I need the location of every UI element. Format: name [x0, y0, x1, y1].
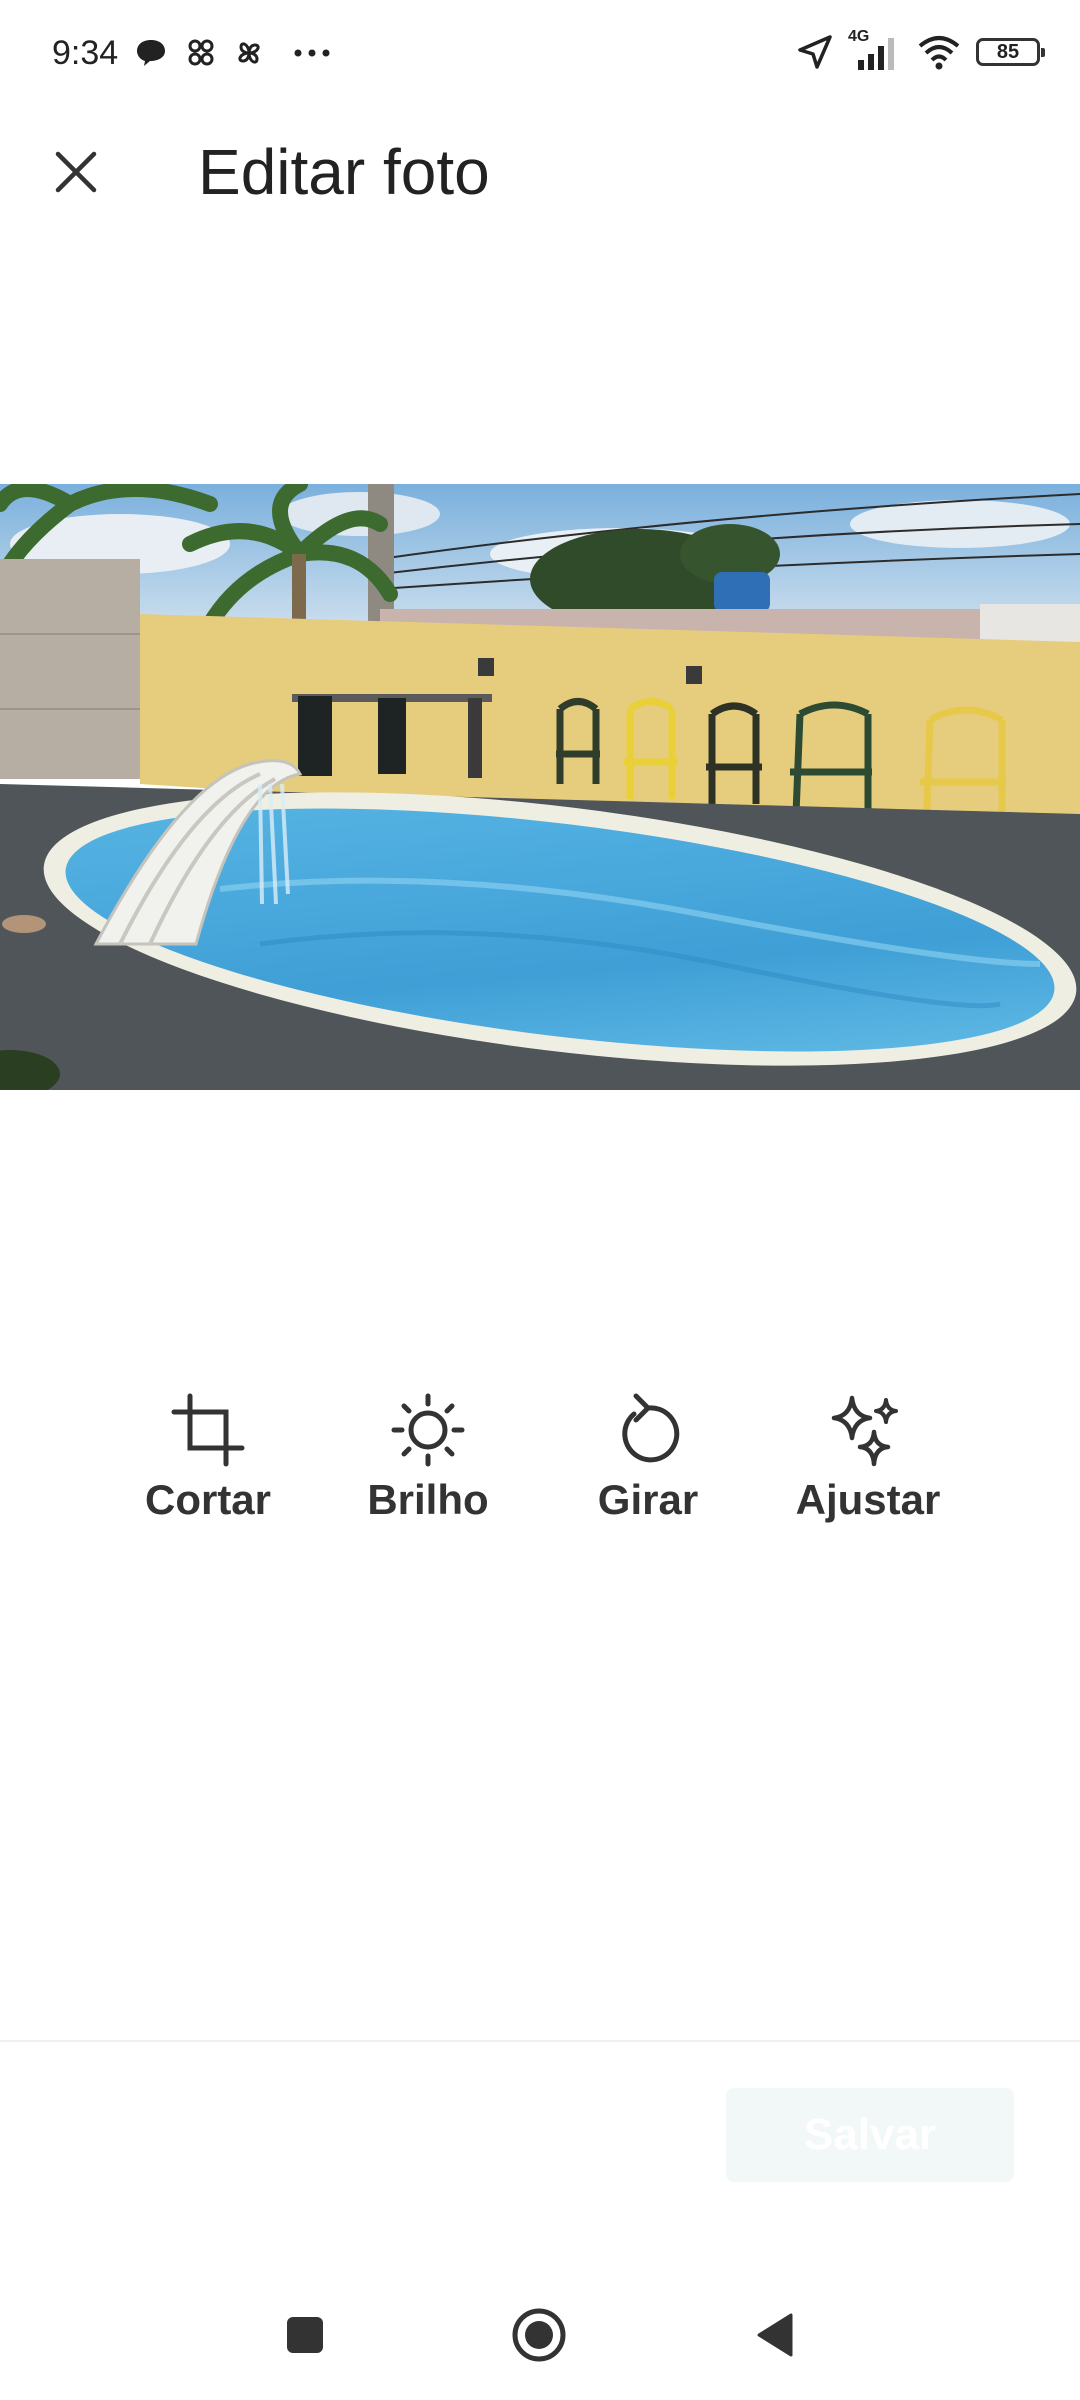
recents-button[interactable]: [270, 2300, 340, 2370]
navigation-bar: [0, 2290, 1080, 2380]
page-title: Editar foto: [198, 136, 490, 208]
save-button[interactable]: Salvar: [726, 2088, 1014, 2182]
edit-tools: Cortar Brilho Girar Ajustar: [0, 1390, 1080, 1550]
home-circle-icon: [512, 2308, 566, 2362]
more-dots-icon: [294, 49, 330, 57]
status-indicators: 4G 85: [796, 28, 1045, 74]
pool-courtyard-photo: [0, 484, 1080, 1090]
chat-bubble-icon: [137, 40, 165, 66]
battery-level: 85: [996, 40, 1020, 63]
close-icon: [55, 151, 97, 193]
signal-bars-icon: [858, 38, 894, 70]
rotate-icon: [608, 1390, 688, 1470]
app-grid-icon: [188, 39, 214, 66]
brightness-icon: [388, 1390, 468, 1470]
status-bar: 9:34 4G 85: [0, 0, 1080, 110]
close-button[interactable]: [40, 136, 112, 208]
tool-adjust-label: Ajustar: [795, 1476, 941, 1523]
wifi-icon: [918, 36, 960, 70]
recents-square-icon: [287, 2317, 323, 2353]
location-arrow-icon: [798, 35, 832, 69]
sparkles-icon: [828, 1390, 908, 1470]
pinwheel-icon: [238, 42, 260, 64]
footer-divider: [0, 2040, 1080, 2042]
back-triangle-icon: [757, 2313, 793, 2357]
header: Editar foto: [0, 110, 1080, 230]
tool-crop[interactable]: Cortar: [108, 1390, 308, 1550]
tool-crop-label: Cortar: [144, 1476, 272, 1523]
back-button[interactable]: [740, 2300, 810, 2370]
tool-rotate-label: Girar: [597, 1476, 699, 1523]
status-time: 9:34: [52, 34, 119, 72]
tool-rotate[interactable]: Girar: [548, 1390, 748, 1550]
tool-adjust[interactable]: Ajustar: [768, 1390, 968, 1550]
tool-brightness[interactable]: Brilho: [328, 1390, 528, 1550]
photo-preview: [0, 484, 1080, 1090]
tool-brightness-label: Brilho: [367, 1476, 489, 1523]
battery-icon: 85: [976, 38, 1045, 66]
signal-group: 4G: [848, 28, 902, 72]
crop-icon: [168, 1390, 248, 1470]
home-button[interactable]: [504, 2300, 574, 2370]
